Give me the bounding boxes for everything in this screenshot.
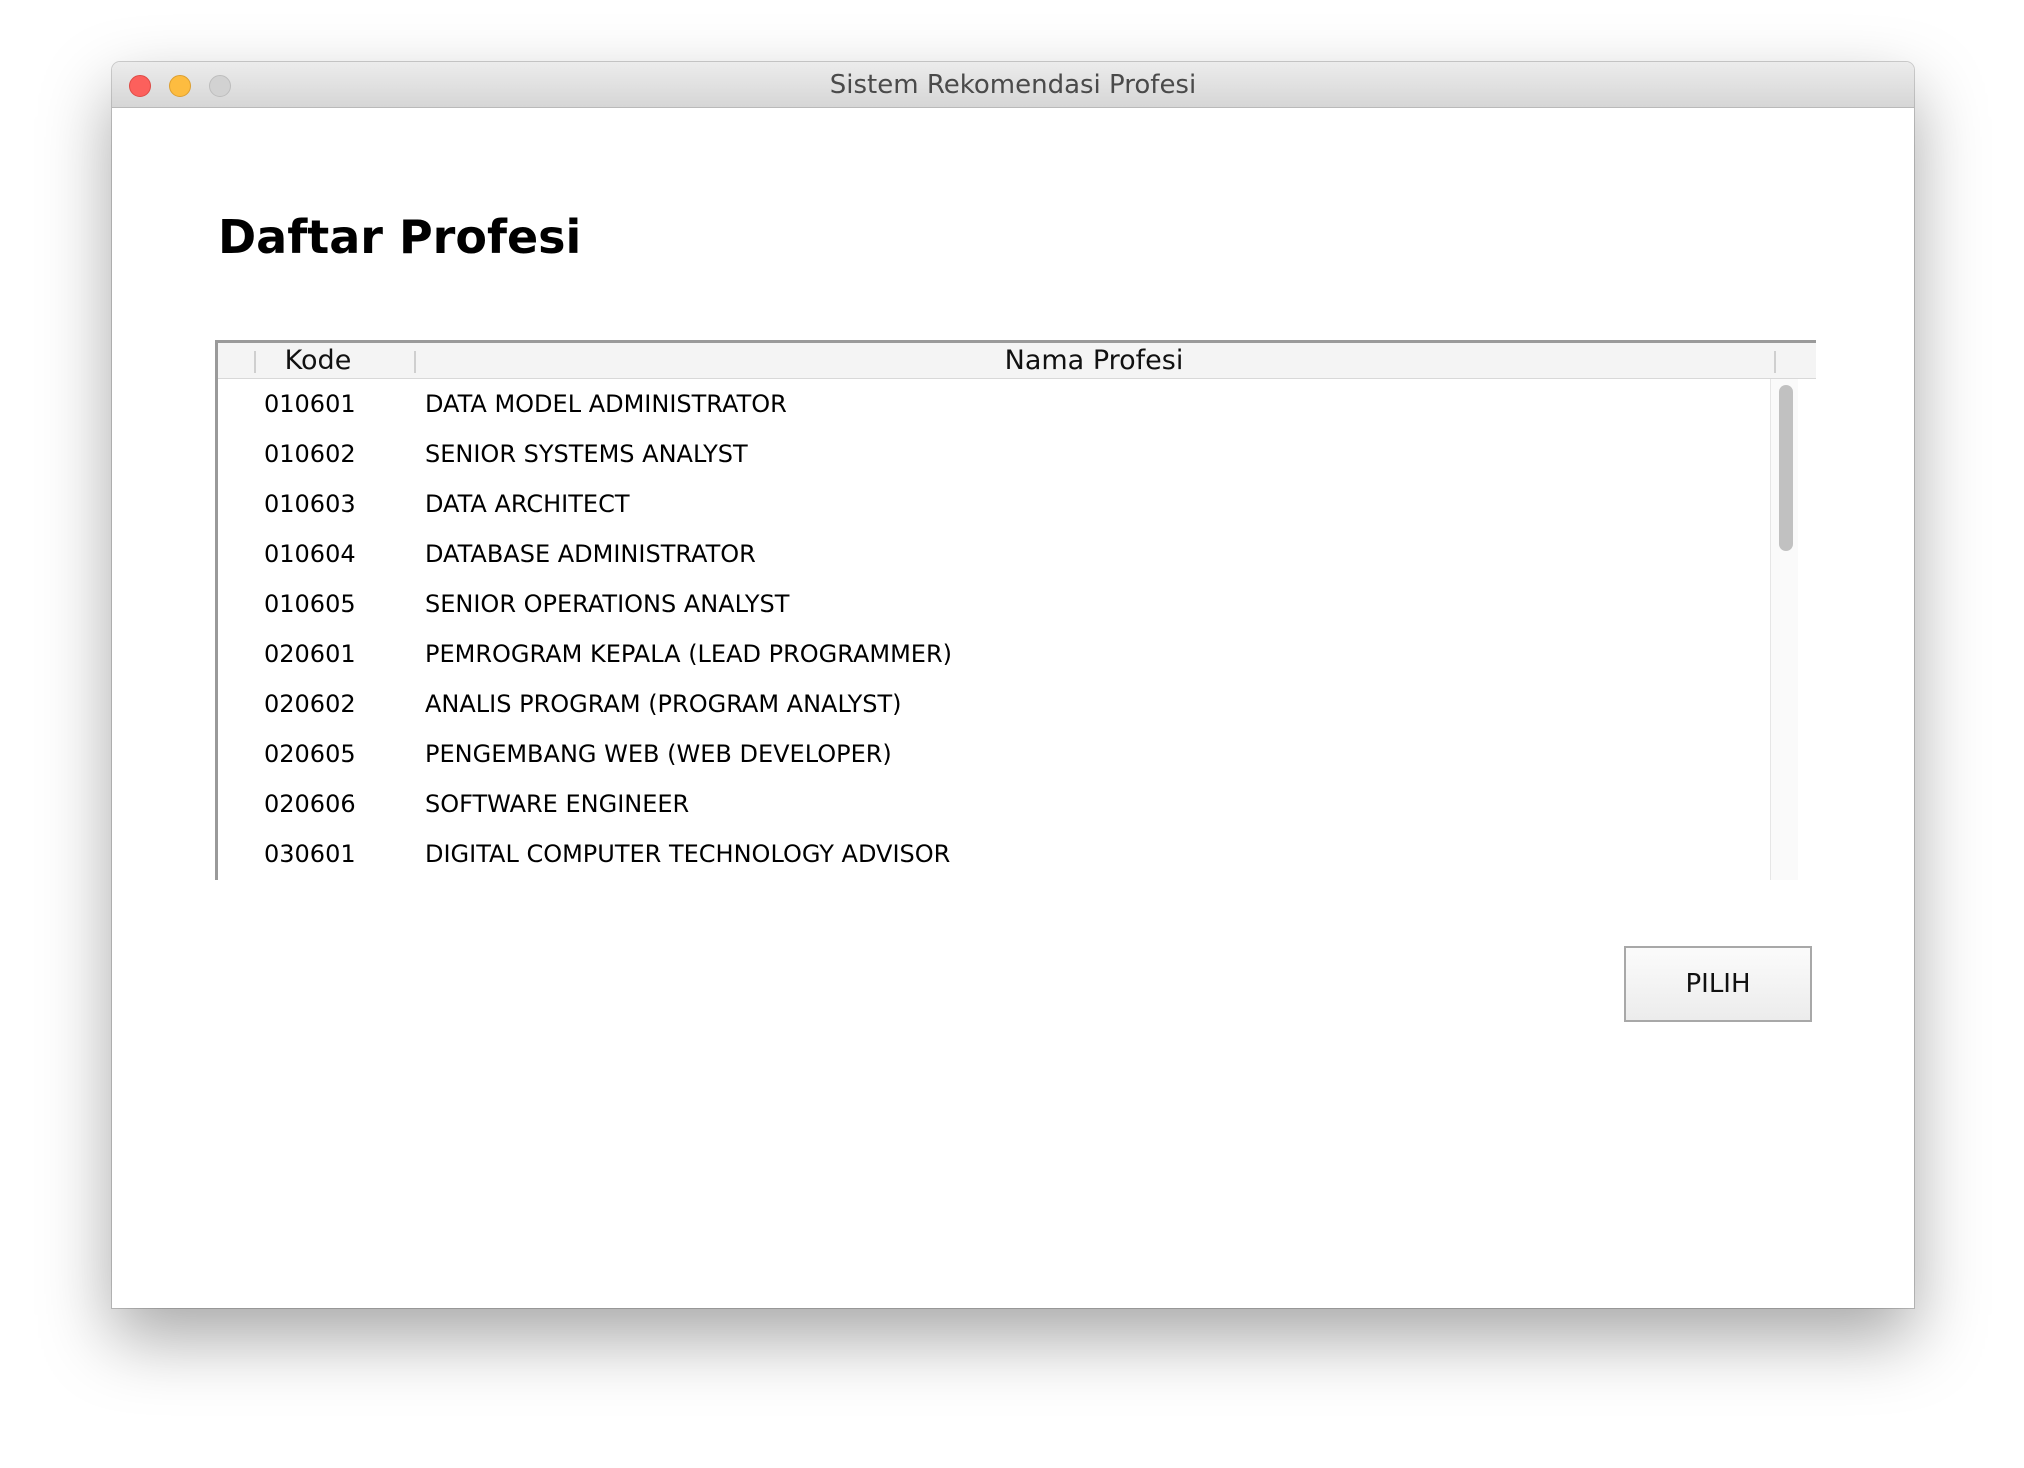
table-row[interactable]: 010603 DATA ARCHITECT	[218, 479, 1773, 529]
cell-nama-profesi: ANALIS PROGRAM (PROGRAM ANALYST)	[425, 690, 902, 718]
cell-kode: 010604	[264, 540, 356, 568]
table-body: 010601 DATA MODEL ADMINISTRATOR 010602 S…	[218, 379, 1773, 879]
table-row[interactable]: 020602 ANALIS PROGRAM (PROGRAM ANALYST)	[218, 679, 1773, 729]
vertical-scrollbar[interactable]	[1770, 379, 1798, 880]
cell-kode: 020605	[264, 740, 356, 768]
cell-nama-profesi: DATA ARCHITECT	[425, 490, 630, 518]
cell-kode: 010603	[264, 490, 356, 518]
table-row[interactable]: 010601 DATA MODEL ADMINISTRATOR	[218, 379, 1773, 429]
cell-nama-profesi: SENIOR SYSTEMS ANALYST	[425, 440, 748, 468]
cell-nama-profesi: SOFTWARE ENGINEER	[425, 790, 690, 818]
title-bar[interactable]: Sistem Rekomendasi Profesi	[112, 62, 1914, 108]
pilih-button[interactable]: PILIH	[1624, 946, 1812, 1022]
cell-nama-profesi: DATA MODEL ADMINISTRATOR	[425, 390, 787, 418]
main-content: Daftar Profesi Kode Nama Profesi 010601 …	[112, 108, 1914, 1308]
cell-kode: 020606	[264, 790, 356, 818]
column-separator[interactable]	[414, 351, 416, 373]
cell-nama-profesi: PEMROGRAM KEPALA (LEAD PROGRAMMER)	[425, 640, 952, 668]
app-window: Sistem Rekomendasi Profesi Daftar Profes…	[112, 62, 1914, 1308]
window-title: Sistem Rekomendasi Profesi	[829, 70, 1197, 100]
table-row[interactable]: 020605 PENGEMBANG WEB (WEB DEVELOPER)	[218, 729, 1773, 779]
column-header-kode[interactable]: Kode	[258, 343, 378, 379]
table-row[interactable]: 010604 DATABASE ADMINISTRATOR	[218, 529, 1773, 579]
cell-kode: 030601	[264, 840, 356, 868]
cell-nama-profesi: DIGITAL COMPUTER TECHNOLOGY ADVISOR	[425, 840, 951, 868]
cell-nama-profesi: DATABASE ADMINISTRATOR	[425, 540, 756, 568]
table-row[interactable]: 020601 PEMROGRAM KEPALA (LEAD PROGRAMMER…	[218, 629, 1773, 679]
column-separator[interactable]	[1774, 351, 1776, 373]
table-row[interactable]: 010605 SENIOR OPERATIONS ANALYST	[218, 579, 1773, 629]
cell-nama-profesi: SENIOR OPERATIONS ANALYST	[425, 590, 790, 618]
cell-kode: 010602	[264, 440, 356, 468]
cell-kode: 020601	[264, 640, 356, 668]
page-title: Daftar Profesi	[218, 210, 582, 264]
table-row[interactable]: 010602 SENIOR SYSTEMS ANALYST	[218, 429, 1773, 479]
scrollbar-thumb[interactable]	[1779, 385, 1793, 551]
table-row[interactable]: 030601 DIGITAL COMPUTER TECHNOLOGY ADVIS…	[218, 829, 1773, 879]
cell-kode: 010605	[264, 590, 356, 618]
table-row[interactable]: 020606 SOFTWARE ENGINEER	[218, 779, 1773, 829]
table-header: Kode Nama Profesi	[218, 343, 1816, 379]
cell-nama-profesi: PENGEMBANG WEB (WEB DEVELOPER)	[425, 740, 892, 768]
cell-kode: 020602	[264, 690, 356, 718]
cell-kode: 010601	[264, 390, 356, 418]
profession-table: Kode Nama Profesi 010601 DATA MODEL ADMI…	[215, 340, 1816, 880]
column-header-nama-profesi[interactable]: Nama Profesi	[418, 343, 1770, 379]
column-separator	[254, 351, 256, 373]
